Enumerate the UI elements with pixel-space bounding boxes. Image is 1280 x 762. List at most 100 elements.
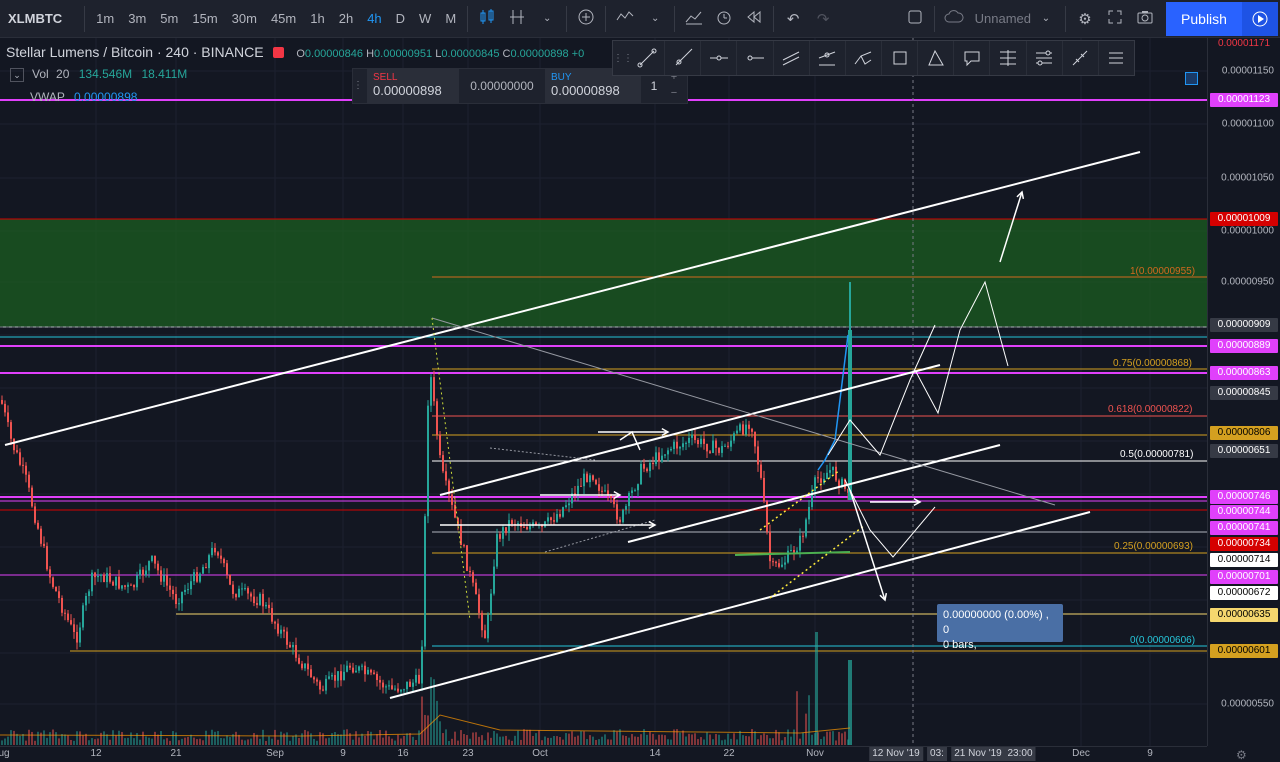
volume-indicator-legend[interactable]: ⌄ Vol 20 134.546M 18.411M: [10, 67, 187, 82]
symbol-search[interactable]: XLMBTC: [0, 11, 80, 26]
trend-line-icon[interactable]: [629, 41, 666, 75]
regression-trend-icon[interactable]: [810, 41, 846, 75]
timeframe-3m[interactable]: 3m: [121, 11, 153, 26]
volume-bar: [703, 739, 705, 745]
sell-button[interactable]: SELL 0.00000898: [367, 69, 459, 103]
cloud-icon[interactable]: [939, 9, 969, 28]
timeframe-30m[interactable]: 30m: [225, 11, 264, 26]
drag-handle-icon[interactable]: ⋮⋮: [353, 69, 373, 103]
chevron-down-icon[interactable]: ⌄: [640, 13, 670, 24]
volume-bar: [754, 731, 756, 745]
volume-bar: [634, 736, 636, 745]
volume-bar: [433, 679, 435, 745]
parallel-channel-icon[interactable]: [774, 41, 810, 75]
toolbar-separator: [566, 5, 568, 32]
candle-body: [34, 506, 36, 523]
price-label: 0.00000734: [1210, 537, 1278, 551]
volume-bar: [760, 735, 762, 745]
timeframe-5m[interactable]: 5m: [153, 11, 185, 26]
volume-bar: [589, 735, 591, 745]
play-icon[interactable]: [1242, 2, 1278, 36]
candle-body: [7, 412, 9, 423]
candles-icon[interactable]: [472, 8, 502, 30]
candle-body: [169, 585, 171, 590]
timeframe-1m[interactable]: 1m: [89, 11, 121, 26]
rectangle-icon[interactable]: [882, 41, 919, 75]
candle-body: [385, 686, 387, 688]
price-label: 0.00000635: [1210, 608, 1278, 622]
fib-extension-icon[interactable]: [1027, 41, 1063, 75]
candle-body: [583, 473, 585, 487]
volume-bar: [712, 739, 714, 745]
fullscreen-icon[interactable]: [1100, 9, 1130, 29]
volume-bar: [121, 731, 123, 745]
candle-body: [49, 569, 51, 578]
layout-name[interactable]: Unnamed: [975, 11, 1031, 26]
candle-body: [511, 520, 513, 524]
price-axis[interactable]: 0.00001150 0.00001100 0.00001050 0.00001000…: [1207, 38, 1280, 746]
price-label: 0.00000672: [1210, 586, 1278, 600]
price-tick: 0.00001100: [1221, 118, 1274, 130]
time-tick: Sep: [266, 748, 284, 759]
candle-body: [550, 517, 552, 521]
collapse-chevron-icon[interactable]: ⌄: [10, 68, 24, 82]
volume-bar: [532, 735, 534, 745]
price-label: 0.00000845: [1210, 386, 1278, 400]
indicators-icon[interactable]: [610, 8, 640, 30]
vwap-indicator-legend[interactable]: VWAP 0.00000898: [30, 90, 137, 104]
candle-body: [430, 377, 432, 406]
volume-bar: [730, 738, 732, 745]
volume-bar: [247, 739, 249, 745]
timeframe-15m[interactable]: 15m: [185, 11, 224, 26]
timeframe-D[interactable]: D: [389, 11, 412, 26]
volume-bar: [547, 737, 549, 745]
add-indicator-icon[interactable]: [571, 8, 601, 30]
volume-bar: [553, 736, 555, 745]
brush-icon[interactable]: [918, 41, 955, 75]
pitchfork-icon[interactable]: [846, 41, 882, 75]
object-tree-icon[interactable]: [1185, 72, 1198, 85]
undo-icon[interactable]: ↶: [778, 10, 808, 28]
compare-icon[interactable]: [502, 8, 532, 30]
horizontal-line-icon[interactable]: [701, 41, 738, 75]
candle-body: [325, 678, 327, 691]
candle-body: [229, 574, 231, 585]
flag-icon[interactable]: [273, 47, 285, 58]
settings-icon[interactable]: ⚙: [1070, 10, 1100, 28]
candle-body: [85, 596, 87, 606]
price-label: 0.00000746: [1210, 490, 1278, 504]
minus-icon[interactable]: −: [667, 85, 681, 101]
fullscreen-select-icon[interactable]: [900, 9, 930, 29]
candle-body: [670, 448, 672, 451]
timeframe-2h[interactable]: 2h: [332, 11, 360, 26]
callout-icon[interactable]: [954, 41, 991, 75]
candle-body: [136, 575, 138, 588]
camera-icon[interactable]: [1130, 9, 1160, 29]
candle-body: [364, 665, 366, 675]
timeframe-4h[interactable]: 4h: [360, 11, 388, 26]
timeframe-W[interactable]: W: [412, 11, 438, 26]
replay-icon[interactable]: [739, 8, 769, 30]
redo-icon[interactable]: ↷: [808, 10, 838, 28]
menu-lines-icon[interactable]: [1099, 41, 1134, 75]
templates-icon[interactable]: [679, 8, 709, 30]
ray-icon[interactable]: [665, 41, 702, 75]
series-title[interactable]: Stellar Lumens / Bitcoin · 240 · BINANCE: [6, 44, 264, 60]
timeframe-1h[interactable]: 1h: [303, 11, 331, 26]
chevron-down-icon[interactable]: ⌄: [532, 13, 562, 24]
publish-button[interactable]: Publish: [1166, 2, 1242, 36]
time-axis[interactable]: ug 12 21 Sep 9 16 23 Oct 14 22 Nov Dec 9 12 Nov '19 03…: [0, 746, 1207, 761]
timeframe-M[interactable]: M: [438, 11, 463, 26]
candle-body: [265, 604, 267, 607]
horizontal-ray-icon[interactable]: [737, 41, 774, 75]
timeframe-45m[interactable]: 45m: [264, 11, 303, 26]
candle-body: [13, 438, 15, 451]
volume-bar: [670, 739, 672, 745]
measure-icon[interactable]: [1063, 41, 1099, 75]
fib-retracement-icon[interactable]: [990, 41, 1027, 75]
chevron-down-icon[interactable]: ⌄: [1031, 13, 1061, 24]
alert-icon[interactable]: [709, 8, 739, 30]
volume-bar: [826, 731, 828, 745]
candle-body: [775, 561, 777, 564]
drag-handle-icon[interactable]: ⋮⋮: [613, 53, 633, 64]
